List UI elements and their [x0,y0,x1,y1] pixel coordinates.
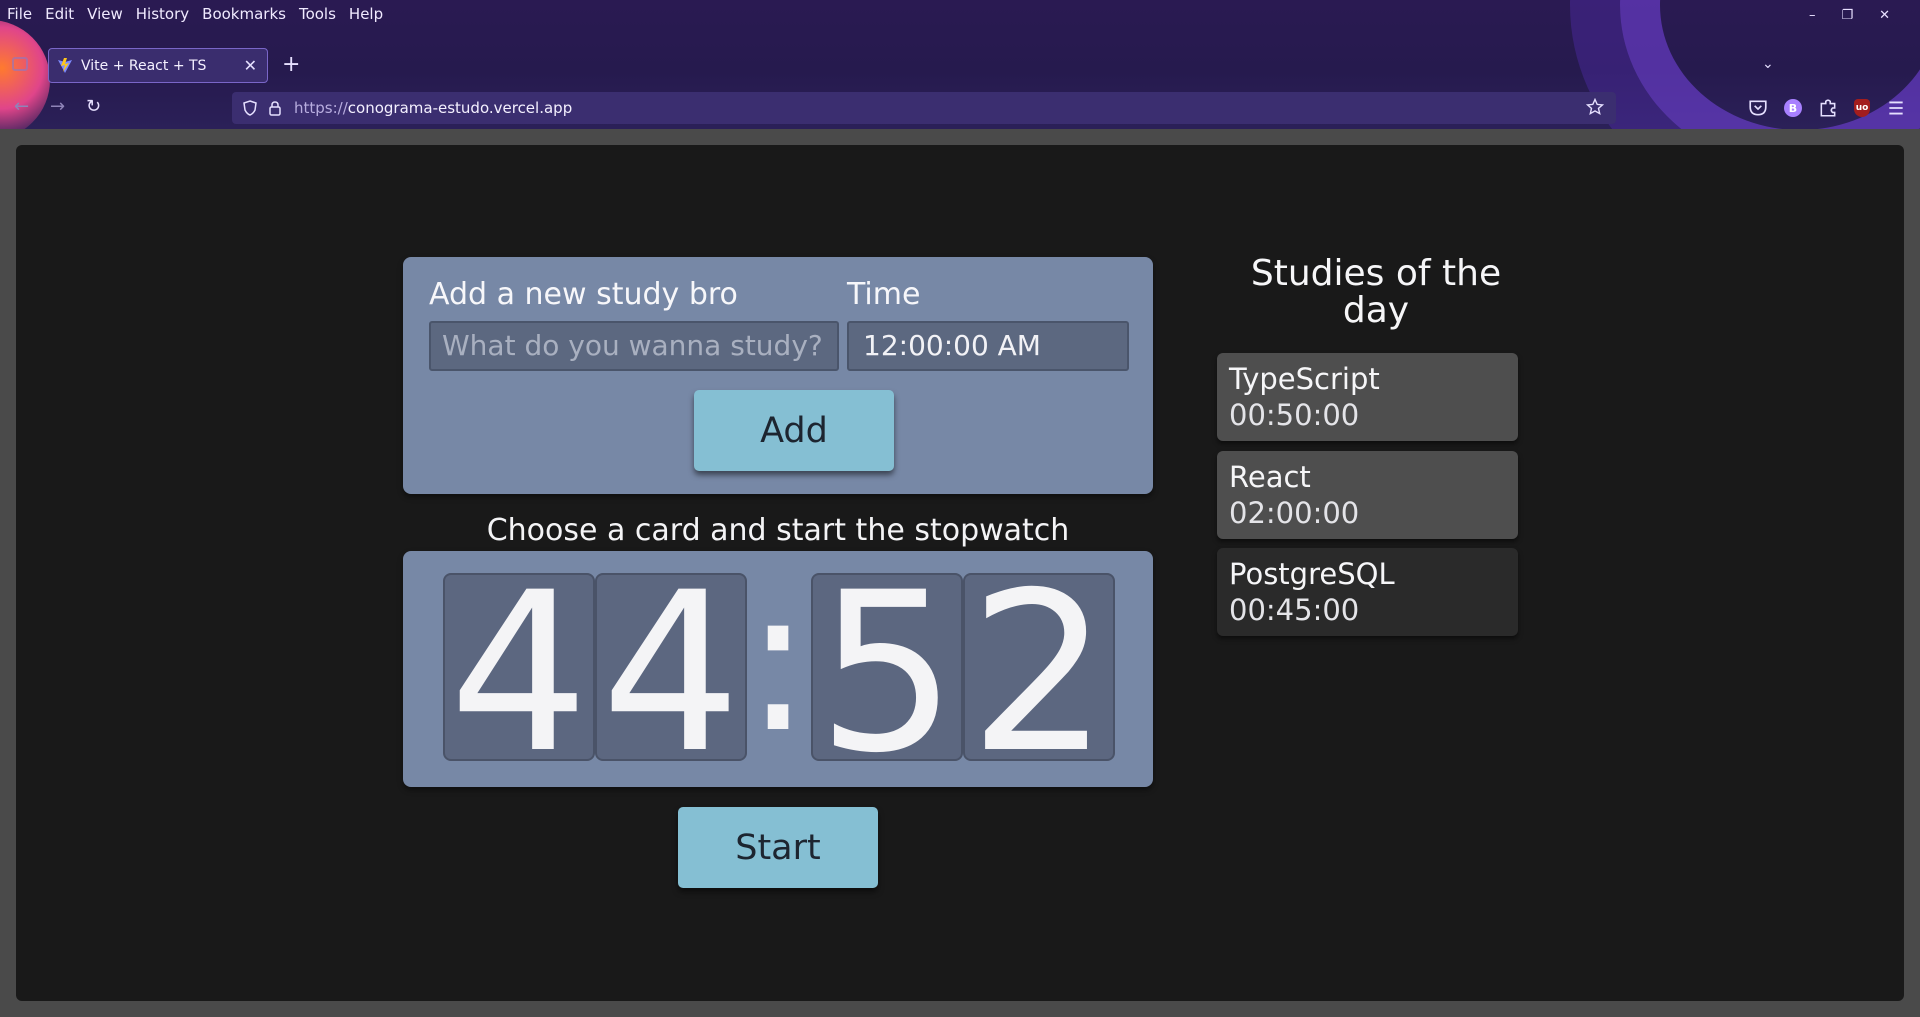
menu-tools[interactable]: Tools [299,5,336,23]
restore-button[interactable]: ❐ [1841,8,1853,23]
window-controls: – ❐ ✕ [1809,8,1890,23]
stopwatch-prompt: Choose a card and start the stopwatch [486,513,1070,548]
studies-title: Studies of the day [1250,253,1502,331]
menu-view[interactable]: View [87,5,123,23]
study-name: TypeScript [1229,362,1380,396]
pocket-icon[interactable] [1748,98,1768,118]
study-duration: 02:00:00 [1229,496,1360,530]
menu-history[interactable]: History [136,5,189,23]
browser-chrome: File Edit View History Bookmarks Tools H… [0,0,1920,129]
tab-list-chevron-icon[interactable]: ⌄ [1762,56,1774,72]
start-button[interactable]: Start [678,807,878,888]
menu-file[interactable]: File [7,5,32,23]
ublock-icon[interactable]: uo [1854,99,1870,117]
forward-icon[interactable]: → [50,96,65,117]
browser-tab[interactable]: Vite + React + TS ✕ [48,48,268,83]
time-label: Time [847,277,921,312]
lock-icon[interactable] [268,100,282,116]
star-icon[interactable] [1586,98,1604,116]
shield-icon[interactable] [242,100,258,116]
toolbar-extensions: B uo [1748,98,1906,118]
url-host: conograma-estudo.vercel.app [347,99,573,117]
url-text[interactable]: https://conograma-estudo.vercel.app [294,99,572,117]
study-input[interactable]: What do you wanna study? [429,321,839,371]
url-protocol: https:// [294,99,348,117]
time-separator: : [744,544,812,777]
study-duration: 00:45:00 [1229,593,1360,627]
menu-edit[interactable]: Edit [45,5,74,23]
study-card[interactable]: PostgreSQL 00:45:00 [1217,548,1518,636]
study-duration: 00:50:00 [1229,398,1360,432]
study-name: PostgreSQL [1229,557,1395,591]
new-tab-button[interactable]: + [282,52,300,77]
reload-icon[interactable]: ↻ [86,96,101,117]
seconds-ones-digit: 2 [969,545,1109,801]
sidebar-toggle-icon[interactable] [12,57,28,71]
add-study-title: Add a new study bro [429,277,738,312]
study-card[interactable]: TypeScript 00:50:00 [1217,353,1518,441]
time-input[interactable]: 12:00:00 AM [847,321,1129,371]
menu-bar: File Edit View History Bookmarks Tools H… [0,0,389,28]
menu-help[interactable]: Help [349,5,383,23]
minutes-tens-digit: 4 [449,545,589,801]
seconds-tens-digit: 5 [817,545,957,801]
address-bar[interactable]: https://conograma-estudo.vercel.app [232,92,1616,124]
menu-bookmarks[interactable]: Bookmarks [202,5,286,23]
study-name: React [1229,460,1311,494]
add-button[interactable]: Add [694,390,894,471]
close-tab-icon[interactable]: ✕ [244,56,257,75]
hamburger-menu-icon[interactable] [1886,98,1906,118]
minutes-ones-digit: 4 [601,545,741,801]
add-study-card: Add a new study bro Time What do you wan… [403,257,1153,494]
back-icon[interactable]: ← [14,96,29,117]
puzzle-icon[interactable] [1818,98,1838,118]
minimize-button[interactable]: – [1809,8,1816,23]
stopwatch-card: 4 4 : 5 2 [403,551,1153,787]
study-card[interactable]: React 02:00:00 [1217,451,1518,539]
close-window-button[interactable]: ✕ [1879,8,1890,23]
page-viewport: Add a new study bro Time What do you wan… [16,145,1904,1001]
tab-title: Vite + React + TS [81,57,207,74]
vite-favicon-icon [58,57,72,73]
extension-b-icon[interactable]: B [1784,99,1802,117]
